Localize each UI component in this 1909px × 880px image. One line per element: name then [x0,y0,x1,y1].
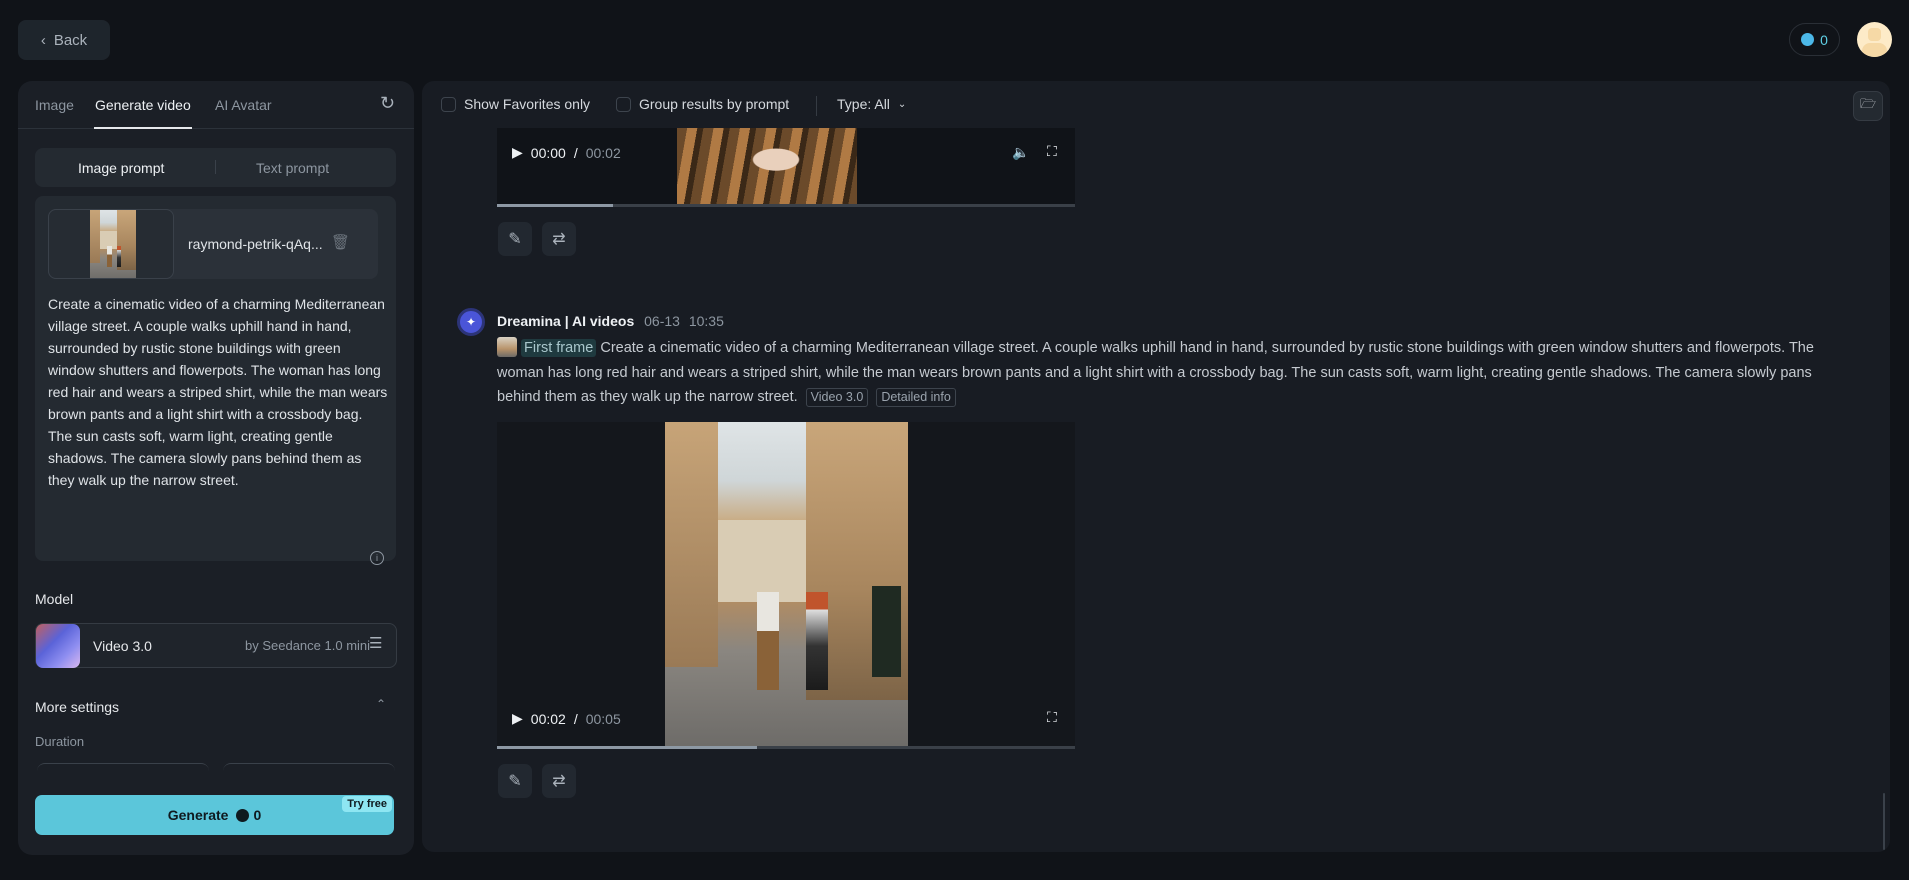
folder-button[interactable]: 🗁 [1853,91,1883,121]
folder-icon: 🗁 [1859,96,1877,111]
generate-cost: 0 [253,807,262,823]
image-prompt-option[interactable]: Image prompt [78,160,164,176]
video-player[interactable]: ▶ 00:00/00:02 🔈 ⛶ [497,128,1075,207]
model-provider: by Seedance 1.0 mini [245,638,371,653]
mode-tabs: Image Generate video AI Avatar ↻ [18,81,414,129]
back-label: Back [53,31,88,49]
dreamina-avatar: ✦ [457,308,485,336]
show-favorites-checkbox[interactable]: Show Favorites only [441,96,590,112]
reset-icon[interactable]: ↻ [380,93,395,114]
repeat-icon: ⇄ [552,773,566,790]
first-frame-label: First frame [521,339,597,357]
uploaded-image-row: raymond-petrik-qAq... 🗑 [48,209,378,279]
pencil-icon: ✎ [508,231,522,248]
model-name: Video 3.0 [93,638,152,654]
group-label: Group results by prompt [639,96,790,112]
edit-button[interactable]: ✎ [498,222,532,256]
first-frame-thumbnail [497,337,517,357]
credit-coin-icon [1801,33,1815,46]
prompt-text: Create a cinematic video of a charming M… [497,340,1814,405]
message-header: Dreamina | AI videos 06-13 10:35 [497,313,724,329]
info-icon[interactable]: i [370,551,384,565]
sparkle-icon: ✦ [465,315,477,329]
video-frame [677,128,857,207]
message-prompt: First frame Create a cinematic video of … [497,336,1842,410]
prompt-mode-switch: Image prompt Text prompt [35,148,396,187]
duration-option[interactable] [37,763,209,773]
edit-button[interactable]: ✎ [498,764,532,798]
total-time: 00:05 [585,710,621,727]
chevron-up-icon[interactable]: ⌃ [376,697,386,711]
type-label: Type: All [837,96,890,112]
tab-image[interactable]: Image [35,97,74,113]
video-controls: ▶ 00:00/00:02 [512,144,621,161]
duration-option[interactable] [223,763,395,773]
message-date: 06-13 [644,313,680,329]
group-by-prompt-checkbox[interactable]: Group results by prompt [616,96,789,112]
uploaded-image-thumbnail[interactable] [48,209,174,279]
model-label: Model [35,591,74,607]
detailed-info-button[interactable]: Detailed info [876,388,956,407]
video-frame [665,422,908,749]
video-controls: ▶ 00:02/00:05 [512,710,621,727]
type-filter-dropdown[interactable]: Type: All ⌄ [837,96,906,112]
credits-badge[interactable]: 0 [1789,23,1840,56]
text-prompt-option[interactable]: Text prompt [256,160,329,176]
generate-label: Generate [167,807,229,823]
divider [215,160,216,174]
more-settings-label[interactable]: More settings [35,699,119,715]
model-thumbnail [36,624,80,668]
tab-generate-video[interactable]: Generate video [94,97,192,129]
generation-panel: Image Generate video AI Avatar ↻ Image p… [18,81,414,855]
video-player[interactable]: ▶ 00:02/00:05 ⛶ [497,422,1075,749]
volume-icon[interactable]: 🔈 [1012,144,1029,161]
chevron-down-icon: ⌄ [897,98,907,110]
prompt-card: raymond-petrik-qAq... 🗑 Create a cinemat… [35,196,396,565]
prompt-textarea[interactable]: Create a cinematic video of a charming M… [48,293,388,491]
play-icon[interactable]: ▶ [512,144,523,161]
current-time: 00:02 [530,710,566,727]
total-time: 00:02 [585,144,621,161]
results-panel: Show Favorites only Group results by pro… [422,81,1890,852]
trash-icon[interactable]: 🗑 [331,233,350,251]
back-button[interactable]: ‹ Back [18,20,110,60]
repeat-icon: ⇄ [552,231,566,248]
image-filename: raymond-petrik-qAq... [188,236,323,252]
divider [816,96,817,116]
fullscreen-icon[interactable]: ⛶ [1047,143,1057,160]
pencil-icon: ✎ [508,773,522,790]
checkbox[interactable] [441,96,456,112]
regenerate-button[interactable]: ⇄ [542,764,576,798]
duration-label: Duration [35,734,85,749]
message-time: 10:35 [688,313,724,329]
chevron-left-icon: ‹ [40,31,46,49]
scrollbar[interactable] [1883,793,1885,850]
fullscreen-icon[interactable]: ⛶ [1047,709,1057,726]
try-free-badge: Try free [342,796,392,812]
sliders-icon[interactable]: ☰ [369,634,382,652]
regenerate-button[interactable]: ⇄ [542,222,576,256]
model-tag: Video 3.0 [805,388,869,407]
current-time: 00:00 [530,144,566,161]
video-progress[interactable] [497,746,1075,749]
generate-button[interactable]: Generate 0 Try free [35,795,394,835]
checkbox[interactable] [616,96,631,112]
tab-ai-avatar[interactable]: AI Avatar [215,97,272,113]
video-progress[interactable] [497,204,1075,207]
author-name: Dreamina | AI videos [497,313,635,329]
favorites-label: Show Favorites only [464,96,591,112]
credit-coin-icon [236,808,250,822]
credits-count: 0 [1820,31,1828,48]
user-avatar[interactable] [1857,22,1892,57]
model-selector[interactable]: Video 3.0 by Seedance 1.0 mini ☰ [35,623,397,668]
play-icon[interactable]: ▶ [512,710,523,727]
